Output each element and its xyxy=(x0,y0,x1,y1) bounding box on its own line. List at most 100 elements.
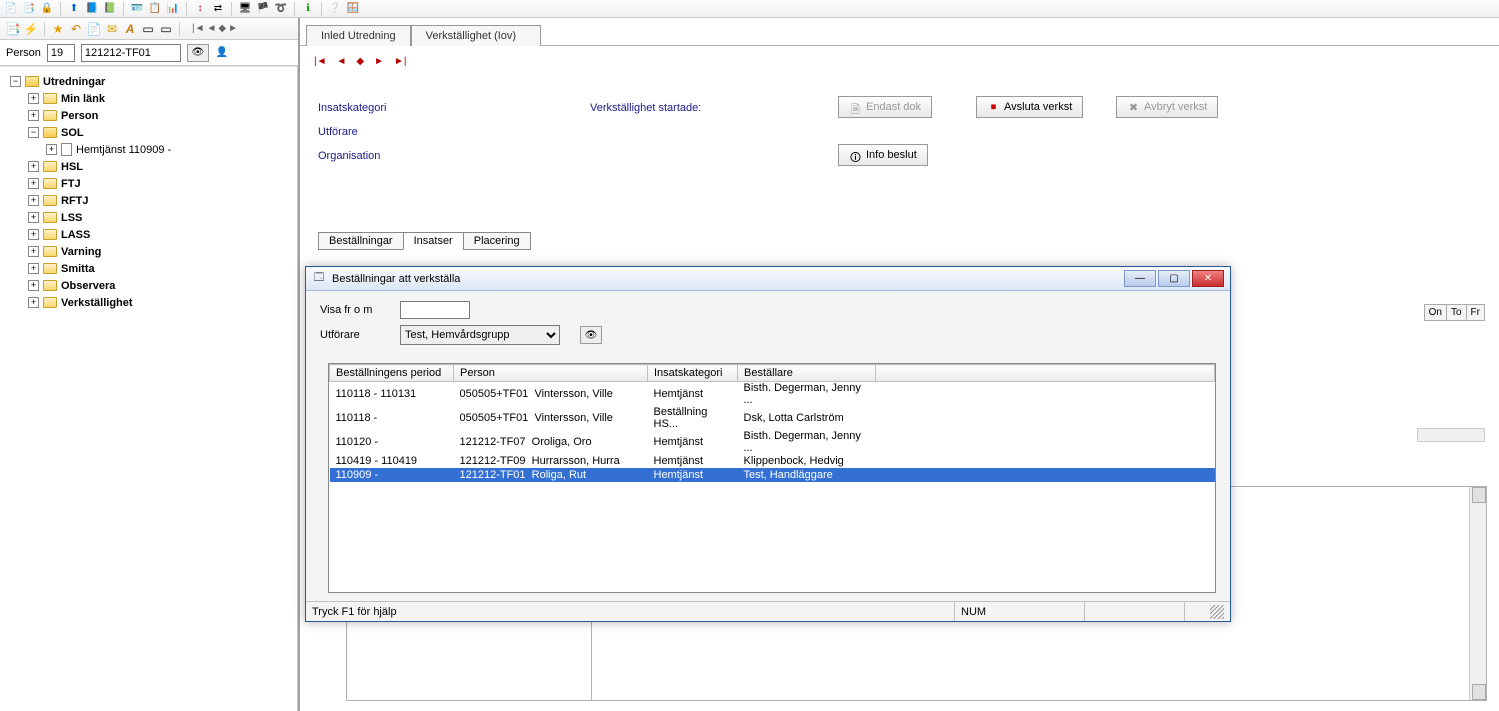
tb-icon[interactable]: 🪪 xyxy=(130,2,144,16)
weekday-header: On To Fr xyxy=(1425,304,1485,321)
subtab-placering[interactable]: Placering xyxy=(463,232,531,250)
tree-item[interactable]: LSS xyxy=(61,212,82,224)
tree-item[interactable]: HSL xyxy=(61,161,83,173)
star-icon[interactable]: ★ xyxy=(51,22,65,36)
tb-icon[interactable]: 📘 xyxy=(85,2,99,16)
table-row[interactable]: 110118 - 110131 050505+TF01 Vintersson, … xyxy=(330,382,1215,407)
rec-curr-icon[interactable]: ◆ xyxy=(356,56,364,67)
tab-inled[interactable]: Inled Utredning xyxy=(306,25,411,46)
doc-icon[interactable]: 📄 xyxy=(87,22,101,36)
folder-icon[interactable]: ▭ xyxy=(159,22,173,36)
tree-item[interactable]: Smitta xyxy=(61,263,95,275)
expander-icon[interactable]: + xyxy=(28,297,39,308)
tb-icon[interactable]: ⇄ xyxy=(211,2,225,16)
tree-item[interactable]: Varning xyxy=(61,246,101,258)
tb-icon[interactable]: 📗 xyxy=(103,2,117,16)
info-beslut-button[interactable]: 🛈Info beslut xyxy=(838,144,928,166)
person-age-input[interactable] xyxy=(47,44,75,62)
rec-last-icon[interactable]: ►| xyxy=(394,56,407,67)
bolt-icon[interactable]: ⚡ xyxy=(24,22,38,36)
tree-item[interactable]: FTJ xyxy=(61,178,81,190)
tb-icon[interactable]: 🏴 xyxy=(256,2,270,16)
tb-icon[interactable]: 🖥 xyxy=(238,2,252,16)
expander-icon[interactable]: − xyxy=(28,127,39,138)
tb-icon[interactable]: ↕ xyxy=(193,2,207,16)
table-row[interactable]: 110120 - 121212-TF07 Oroliga, Oro Hemtjä… xyxy=(330,430,1215,454)
tb-icon[interactable]: ⬆ xyxy=(67,2,81,16)
avbryt-verkst-button[interactable]: ✖Avbryt verkst xyxy=(1116,96,1218,118)
expander-icon[interactable]: + xyxy=(28,246,39,257)
tree-item[interactable]: Min länk xyxy=(61,93,105,105)
expander-icon[interactable]: − xyxy=(10,76,21,87)
visa-from-input[interactable] xyxy=(400,301,470,319)
rec-prev-icon[interactable]: ◄ xyxy=(337,56,347,67)
person-id-input[interactable] xyxy=(81,44,181,62)
tb-icon[interactable]: 🪟 xyxy=(346,2,360,16)
view-utforare-button[interactable]: 👁 xyxy=(580,326,602,344)
undo-icon[interactable]: ↶ xyxy=(69,22,83,36)
tree-item[interactable]: Observera xyxy=(61,280,115,292)
folder-icon xyxy=(43,93,57,104)
expander-icon[interactable]: + xyxy=(28,263,39,274)
tree-item[interactable]: LASS xyxy=(61,229,90,241)
expander-icon[interactable]: + xyxy=(28,280,39,291)
mail-icon[interactable]: ✉ xyxy=(105,22,119,36)
minimize-button[interactable]: — xyxy=(1124,270,1156,287)
nav-mid-icon[interactable]: ◆ xyxy=(218,23,226,34)
tree-item[interactable]: SOL xyxy=(61,127,84,139)
table-row[interactable]: 110419 - 110419 121212-TF09 Hurrarsson, … xyxy=(330,454,1215,468)
avsluta-verkst-button[interactable]: ⏹Avsluta verkst xyxy=(976,96,1083,118)
font-icon[interactable]: A xyxy=(123,22,137,36)
dialog-titlebar[interactable]: 🗔 Beställningar att verkställa — ▢ ✕ xyxy=(306,267,1230,291)
subtab-insatser[interactable]: Insatser xyxy=(403,232,464,250)
close-button[interactable]: ✕ xyxy=(1192,270,1224,287)
expander-icon[interactable]: + xyxy=(28,195,39,206)
tree-view[interactable]: − Utredningar + Min länk + Person − SOL + Hem… xyxy=(0,66,298,711)
nav-prev-icon[interactable]: ◄ xyxy=(207,23,217,34)
col-period[interactable]: Beställningens period xyxy=(330,365,454,382)
page-icon[interactable]: ▭ xyxy=(141,22,155,36)
copy-icon[interactable]: 📑 xyxy=(6,22,20,36)
tree-item[interactable]: RFTJ xyxy=(61,195,89,207)
rec-next-icon[interactable]: ► xyxy=(374,56,384,67)
tb-icon[interactable]: ➰ xyxy=(274,2,288,16)
tb-icon[interactable]: 📋 xyxy=(148,2,162,16)
tree-item[interactable]: Person xyxy=(61,110,98,122)
expander-icon[interactable]: + xyxy=(46,144,57,155)
tb-icon[interactable]: 📄 xyxy=(4,2,18,16)
subtab-bestallningar[interactable]: Beställningar xyxy=(318,232,404,250)
dialog-icon: 🗔 xyxy=(312,272,326,286)
expander-icon[interactable]: + xyxy=(28,178,39,189)
col-bestallare[interactable]: Beställare xyxy=(738,365,876,382)
tb-icon[interactable]: ℹ xyxy=(301,2,315,16)
help-icon[interactable]: ❔ xyxy=(328,2,342,16)
resize-grip-icon[interactable] xyxy=(1210,605,1224,619)
tab-verkstallighet[interactable]: Verkställighet (Iov) xyxy=(411,25,541,46)
tree-root[interactable]: Utredningar xyxy=(43,76,105,88)
maximize-button[interactable]: ▢ xyxy=(1158,270,1190,287)
tb-icon[interactable]: 📊 xyxy=(166,2,180,16)
vscrollbar[interactable] xyxy=(1469,487,1486,700)
col-person[interactable]: Person xyxy=(454,365,648,382)
tb-icon[interactable]: 🔒 xyxy=(40,2,54,16)
expander-icon[interactable]: + xyxy=(28,212,39,223)
rec-first-icon[interactable]: |◄ xyxy=(314,56,327,67)
expander-icon[interactable]: + xyxy=(28,229,39,240)
nav-next-icon[interactable]: ► xyxy=(228,23,238,34)
bestallningar-grid[interactable]: Beställningens period Person Insatskateg… xyxy=(328,363,1216,593)
table-row[interactable]: 110118 - 050505+TF01 Vintersson, Ville B… xyxy=(330,406,1215,430)
tree-item[interactable]: Hemtjänst 110909 - xyxy=(76,144,171,156)
status-help: Tryck F1 för hjälp xyxy=(312,606,954,618)
tb-icon[interactable]: 📑 xyxy=(22,2,36,16)
nav-first-icon[interactable]: |◄ xyxy=(192,23,205,34)
expander-icon[interactable]: + xyxy=(28,161,39,172)
utforare-select[interactable]: Test, Hemvårdsgrupp xyxy=(400,325,560,345)
view-person-button[interactable]: 👁 xyxy=(187,44,209,62)
expander-icon[interactable]: + xyxy=(28,93,39,104)
hscrollbar[interactable] xyxy=(1417,428,1485,442)
expander-icon[interactable]: + xyxy=(28,110,39,121)
endast-dok-button[interactable]: 🗎Endast dok xyxy=(838,96,932,118)
table-row[interactable]: 110909 - 121212-TF01 Roliga, Rut Hemtjän… xyxy=(330,468,1215,482)
col-insatskategori[interactable]: Insatskategori xyxy=(648,365,738,382)
tree-item[interactable]: Verkställighet xyxy=(61,297,133,309)
